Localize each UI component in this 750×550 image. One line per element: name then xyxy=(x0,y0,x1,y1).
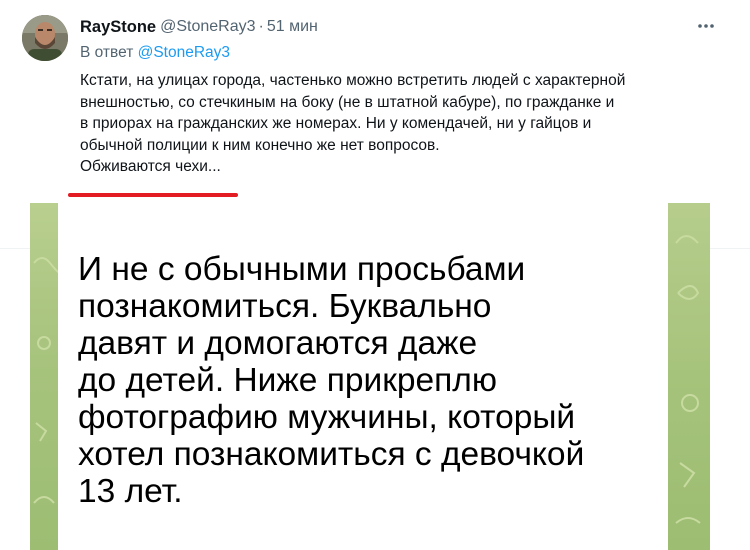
tweet-timestamp[interactable]: 51 мин xyxy=(267,18,318,36)
tweet-header: RayStone @StoneRay3 · 51 мин xyxy=(80,16,318,38)
chat-background-left xyxy=(30,203,61,550)
message-line: познакомиться. Буквально xyxy=(78,288,492,325)
reply-to-link[interactable]: @StoneRay3 xyxy=(138,44,230,61)
message-line: хотел познакомиться с девочкой xyxy=(78,436,585,473)
display-name[interactable]: RayStone xyxy=(80,18,156,37)
avatar-image xyxy=(22,15,68,61)
message-bubble: И не с обычными просьбами познакомиться.… xyxy=(58,203,668,550)
attached-image[interactable]: И не с обычными просьбами познакомиться.… xyxy=(30,203,710,550)
user-handle[interactable]: @StoneRay3 xyxy=(160,18,255,36)
message-line: 13 лет. xyxy=(78,473,183,510)
tweet-text-line: Обживаются чехи... xyxy=(80,158,221,175)
tweet-page: RayStone @StoneRay3 · 51 мин В ответ @St… xyxy=(0,0,750,550)
tweet-text-line: внешностью, со стечкиным на боку (не в ш… xyxy=(80,93,615,111)
chat-background-right xyxy=(668,203,710,550)
reply-context: В ответ @StoneRay3 xyxy=(80,44,230,62)
message-text: И не с обычными просьбами познакомиться.… xyxy=(78,251,658,510)
red-highlight-underline xyxy=(68,193,238,197)
doodle-pattern-icon xyxy=(33,257,61,504)
tweet-text: Кстати, на улицах города, частенько можн… xyxy=(80,70,730,178)
tweet-text-line: Кстати, на улицах города, частенько можн… xyxy=(80,72,626,89)
message-line: до детей. Ниже прикреплю xyxy=(78,362,497,399)
message-line: И не с обычными просьбами xyxy=(78,251,526,288)
separator-dot: · xyxy=(258,18,264,35)
more-options-button[interactable] xyxy=(694,14,718,38)
tweet-text-line: обычной полиции к ним конечно же нет воп… xyxy=(80,136,440,154)
tweet-text-line: в приорах на гражданских же номерах. Ни … xyxy=(80,115,592,132)
message-line: фотографию мужчины, который xyxy=(78,399,576,436)
avatar[interactable] xyxy=(22,15,68,61)
doodle-pattern-icon xyxy=(675,235,701,524)
message-line: давят и домогаются даже xyxy=(78,325,478,362)
reply-prefix: В ответ xyxy=(80,44,134,61)
more-horizontal-icon xyxy=(698,24,714,28)
